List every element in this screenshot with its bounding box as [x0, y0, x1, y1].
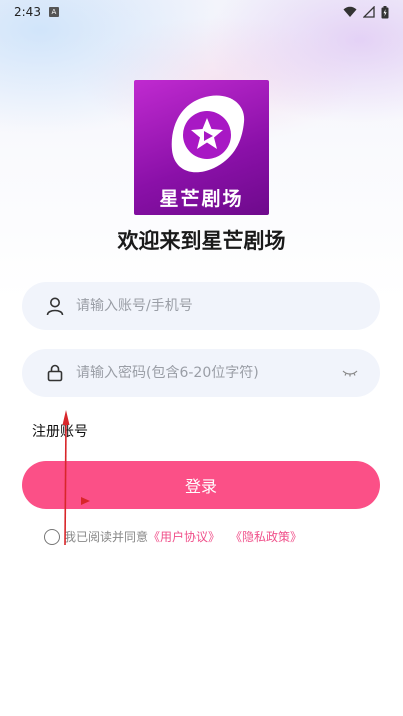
user-agreement-link[interactable]: 《用户协议》 — [148, 528, 220, 545]
agreement-prefix: 我已阅读并同意 — [64, 530, 149, 544]
account-input[interactable] — [76, 298, 316, 314]
status-bar: 2:43 A — [0, 0, 403, 24]
agreement-radio[interactable] — [44, 528, 60, 545]
password-field[interactable] — [22, 349, 380, 397]
status-time: 2:43 — [14, 5, 41, 19]
eye-closed-icon[interactable] — [342, 365, 358, 379]
user-icon — [44, 295, 66, 317]
lock-icon — [44, 362, 66, 384]
password-input[interactable] — [76, 365, 316, 381]
agreement-row: 我已阅读并同意 《用户协议》 《隐私政策》 — [44, 528, 302, 545]
signal-icon — [363, 6, 375, 18]
privacy-policy-link[interactable]: 《隐私政策》 — [230, 528, 302, 545]
notification-badge: A — [48, 7, 59, 17]
wifi-icon — [343, 6, 357, 17]
logo-text: 星芒剧场 — [159, 188, 244, 210]
battery-icon — [381, 5, 389, 18]
app-logo: 星芒剧场 — [134, 80, 269, 215]
welcome-title: 欢迎来到星芒剧场 — [117, 229, 286, 253]
login-button[interactable]: 登录 — [22, 461, 380, 509]
account-field[interactable] — [22, 282, 380, 330]
register-link[interactable]: 注册账号 — [32, 421, 88, 441]
